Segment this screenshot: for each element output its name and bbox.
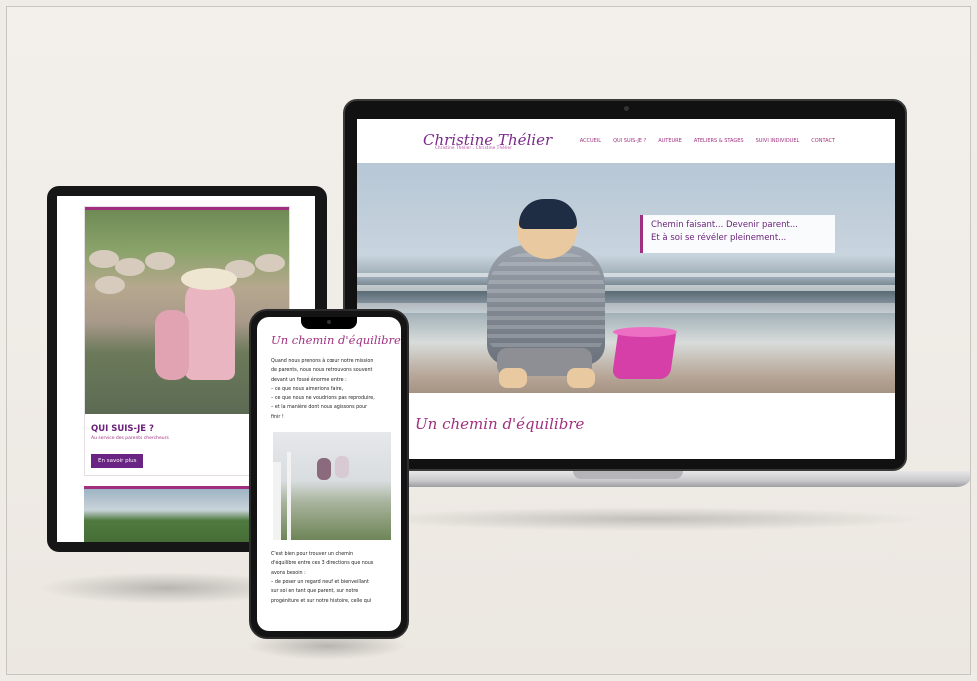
nav-item-qui-suis-je[interactable]: QUI SUIS-JE ? (613, 138, 646, 144)
text-line: devant un fossé énorme entre : (271, 377, 347, 383)
logo-subtitle: Christine Thélier . Christine Thélier (435, 144, 512, 150)
text-line: d'équilibre entre ces 3 directions que n… (271, 561, 374, 567)
main-nav: ACCUEIL QUI SUIS-JE ? AUTEURE ATELIERS &… (580, 138, 835, 144)
phone-paragraph-2: C'est bien pour trouver un chemin d'équi… (271, 550, 389, 606)
person-figure (335, 456, 349, 479)
pink-bucket (611, 331, 677, 379)
boat-rail (287, 452, 291, 541)
girl-figure (155, 310, 189, 380)
text-line: progéniture et sur notre histoire, celle… (271, 598, 372, 604)
wave (357, 285, 895, 291)
text-line: C'est bien pour trouver un chemin (271, 552, 354, 558)
sheep (145, 252, 175, 270)
text-line: – et la manière dont nous agissons pour (271, 405, 368, 411)
laptop: Christine Thélier Christine Thélier . Ch… (343, 99, 907, 471)
sheep (95, 276, 125, 294)
nav-item-suivi[interactable]: SUIVI INDIVIDUEL (756, 138, 800, 144)
boat-rail (273, 462, 281, 541)
woman-hat (181, 268, 237, 290)
nav-item-auteure[interactable]: AUTEURE (658, 138, 682, 144)
woman-figure (185, 280, 235, 380)
sheep (115, 258, 145, 276)
laptop-camera (624, 106, 629, 111)
text-line: – ce que nous aimerions faire, (271, 386, 344, 392)
wave (357, 303, 895, 313)
child-cap (519, 199, 577, 229)
sheep (255, 254, 285, 272)
wave (357, 273, 895, 277)
phone: Un chemin d'équilibre Quand nous prenons… (249, 309, 409, 639)
child-leg (567, 368, 595, 388)
laptop-base (333, 471, 970, 487)
text-line: finir ! (271, 414, 284, 420)
child-leg (499, 368, 527, 388)
bucket-rim (613, 327, 677, 337)
text-line: de parents, nous nous retrouvons souvent (271, 368, 373, 374)
nav-item-ateliers[interactable]: ATELIERS & STAGES (694, 138, 744, 144)
mockup-frame: Christine Thélier Christine Thélier . Ch… (6, 6, 971, 675)
text-line: – de poser un regard neuf et bienveillan… (271, 579, 369, 585)
text-line: Quand nous prenons à cœur notre mission (271, 359, 374, 364)
hero-quote: Chemin faisant... Devenir parent... Et à… (640, 215, 835, 253)
section-title: Un chemin d'équilibre (415, 415, 585, 433)
hero-quote-line1: Chemin faisant... Devenir parent... (651, 220, 798, 230)
phone-paragraph-1: Quand nous prenons à cœur notre mission … (271, 357, 389, 422)
laptop-screen: Christine Thélier Christine Thélier . Ch… (357, 119, 895, 459)
nav-item-contact[interactable]: CONTACT (811, 138, 835, 144)
text-line: – ce que nous ne voudrions pas reproduir… (271, 396, 375, 402)
en-savoir-plus-button[interactable]: En savoir plus (91, 454, 144, 468)
person-figure (317, 458, 331, 481)
phone-camera (327, 320, 331, 324)
phone-photo (273, 432, 391, 541)
phone-screen: Un chemin d'équilibre Quand nous prenons… (257, 317, 401, 631)
phone-title: Un chemin d'équilibre (271, 333, 401, 347)
site-header: Christine Thélier Christine Thélier . Ch… (357, 119, 895, 163)
laptop-shadow (367, 507, 927, 531)
text-line: avons besoin : (271, 570, 306, 576)
text-line: sur soi en tant que parent, sur notre (271, 589, 359, 595)
laptop-notch (573, 471, 683, 479)
site-logo[interactable]: Christine Thélier Christine Thélier . Ch… (423, 132, 552, 150)
nav-item-accueil[interactable]: ACCUEIL (580, 138, 601, 144)
hero-image: Chemin faisant... Devenir parent... Et à… (357, 163, 895, 393)
child-sweater (487, 253, 605, 353)
hero-quote-line2: Et à soi se révéler pleinement... (651, 233, 787, 243)
